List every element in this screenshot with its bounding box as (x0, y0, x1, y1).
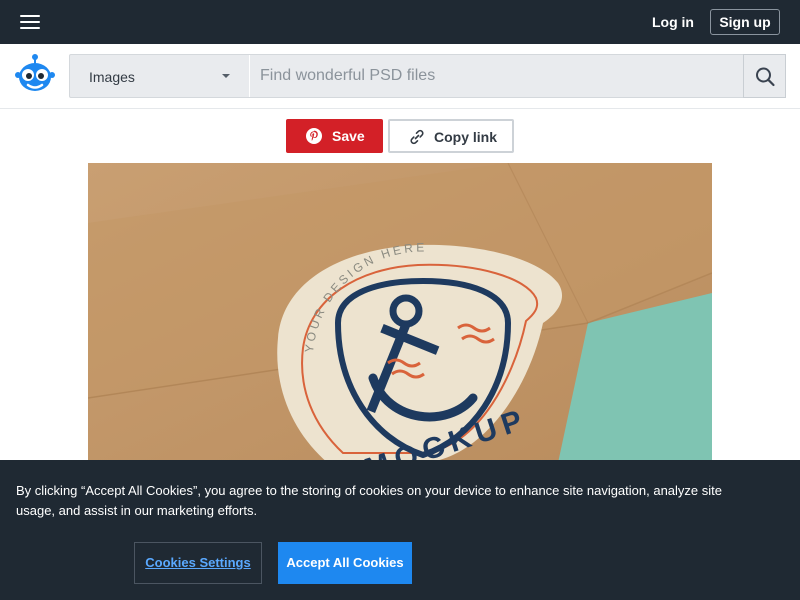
top-navbar: Log in Sign up (0, 0, 800, 44)
caret-down-icon (222, 74, 230, 78)
save-label: Save (332, 128, 365, 144)
pinterest-icon (306, 128, 322, 144)
search-button[interactable] (743, 54, 786, 98)
signup-button[interactable]: Sign up (710, 9, 780, 35)
hamburger-menu-icon[interactable] (20, 14, 40, 30)
robot-mascot-logo[interactable] (14, 53, 56, 95)
category-dropdown[interactable]: Images (70, 55, 250, 97)
search-input[interactable] (250, 55, 743, 97)
cookie-banner-text: By clicking “Accept All Cookies”, you ag… (16, 483, 722, 518)
copy-link-button[interactable]: Copy link (388, 119, 514, 153)
search-bar-row: Images (0, 44, 800, 109)
login-link[interactable]: Log in (652, 14, 694, 30)
search-box: Images (69, 54, 786, 98)
accept-all-cookies-button[interactable]: Accept All Cookies (278, 542, 412, 584)
cookie-banner: By clicking “Accept All Cookies”, you ag… (0, 460, 800, 600)
sticker-mockup-illustration: YOUR DESIGN HERE MOCKUP (88, 163, 712, 463)
preview-image: YOUR DESIGN HERE MOCKUP (88, 163, 712, 463)
copy-link-label: Copy link (434, 129, 498, 145)
search-icon (756, 67, 775, 87)
cookies-settings-button[interactable]: Cookies Settings (134, 542, 262, 584)
link-icon (410, 129, 424, 145)
save-button[interactable]: Save (286, 119, 383, 153)
category-label: Images (89, 69, 135, 85)
